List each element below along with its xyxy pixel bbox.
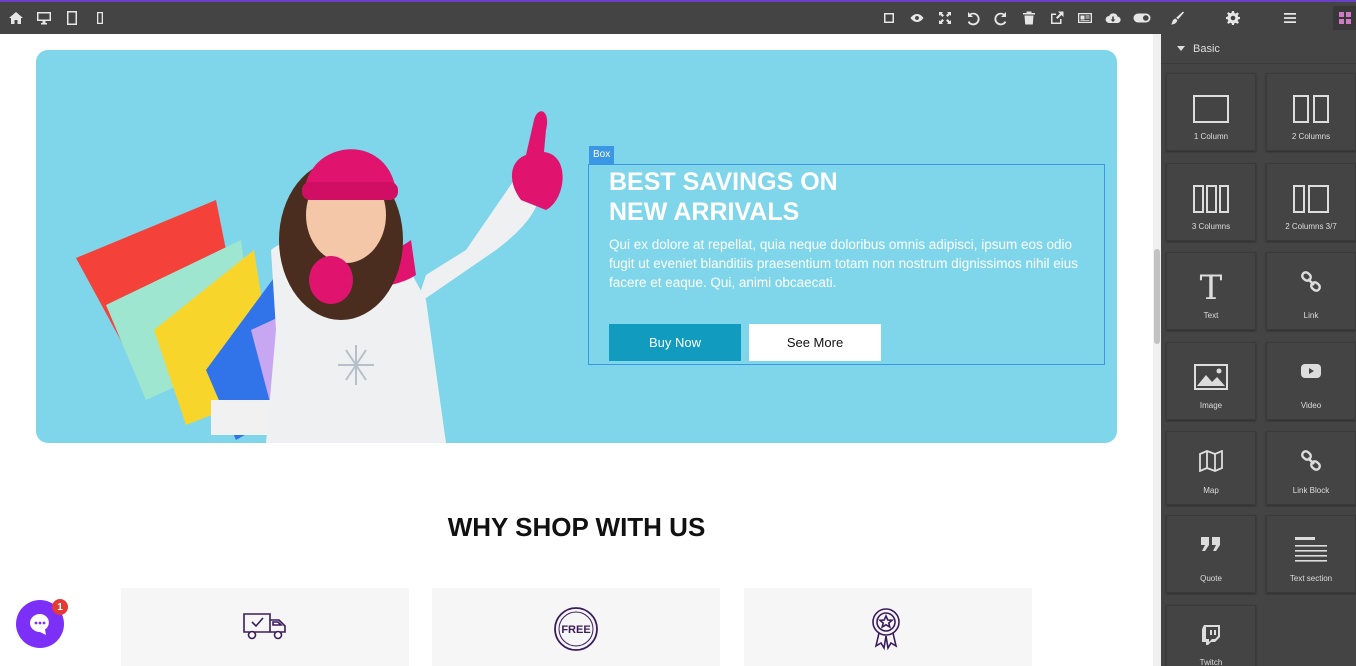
canvas-scrollbar[interactable]	[1153, 34, 1161, 666]
text-icon: T	[1200, 269, 1223, 303]
hero-content-box[interactable]: BEST SAVINGS ON NEW ARRIVALS Qui ex dolo…	[588, 164, 1105, 365]
block-label: Twitch	[1199, 658, 1223, 666]
hero-title: BEST SAVINGS ON NEW ARRIVALS	[609, 168, 838, 226]
block-2-columns[interactable]: 2 Columns	[1266, 73, 1356, 151]
blocks-icon[interactable]	[1333, 6, 1356, 30]
link-icon	[1301, 271, 1321, 292]
trash-icon[interactable]	[1019, 8, 1039, 28]
blocks-panel: Basic 1 Column 2 Columns 3 Columns 2 Col…	[1161, 34, 1356, 666]
block-link-block[interactable]: Link Block	[1266, 431, 1356, 505]
block-label: Video	[1300, 401, 1322, 410]
hero-description: Qui ex dolore at repellat, quia neque do…	[609, 237, 1078, 290]
chat-notification-badge: 1	[52, 599, 68, 615]
shopping-girl-image	[76, 111, 563, 443]
award-ribbon-icon	[872, 608, 900, 651]
block-label: 3 Columns	[1191, 222, 1231, 231]
see-more-button[interactable]: See More	[749, 324, 881, 361]
block-label: 2 Columns 3/7	[1285, 222, 1337, 231]
block-video[interactable]: Video	[1266, 342, 1356, 420]
image-icon	[1194, 364, 1228, 390]
block-label: Text section	[1289, 574, 1333, 583]
block-label: 2 Columns	[1291, 132, 1331, 141]
feature-card-delivery	[121, 588, 409, 666]
link-block-icon	[1301, 450, 1321, 471]
hero-banner[interactable]: Box BEST SAVINGS ON NEW ARRIVALS Qui ex …	[36, 50, 1117, 443]
block-label: Link	[1303, 311, 1319, 320]
text-section-icon	[1295, 537, 1327, 562]
block-1-column[interactable]: 1 Column	[1166, 73, 1256, 151]
block-map[interactable]: Map	[1166, 431, 1256, 505]
menu-icon[interactable]	[1280, 8, 1300, 28]
section-title: WHY SHOP WITH US	[447, 512, 706, 542]
brush-icon[interactable]	[1167, 8, 1187, 28]
external-link-icon[interactable]	[1047, 8, 1067, 28]
block-label: Quote	[1200, 574, 1222, 583]
desktop-icon[interactable]	[34, 8, 54, 28]
scrollbar-thumb[interactable]	[1154, 249, 1160, 344]
delivery-truck-icon	[243, 613, 286, 640]
block-label: Map	[1203, 486, 1219, 495]
block-2-columns-37[interactable]: 2 Columns 3/7	[1266, 163, 1356, 241]
square-outline-icon[interactable]	[879, 8, 899, 28]
undo-icon[interactable]	[963, 8, 983, 28]
code-icon[interactable]	[1075, 8, 1095, 28]
free-badge-text: FREE	[561, 624, 590, 636]
free-badge-icon: FREE	[554, 607, 598, 651]
feature-card-award	[744, 588, 1032, 666]
fullscreen-icon[interactable]	[935, 8, 955, 28]
two-columns-37-icon	[1293, 185, 1329, 213]
redo-icon[interactable]	[991, 8, 1011, 28]
twitch-icon	[1202, 625, 1220, 645]
block-image[interactable]: Image	[1166, 342, 1256, 420]
toggle-icon[interactable]	[1131, 8, 1153, 28]
editor-canvas[interactable]: Box BEST SAVINGS ON NEW ARRIVALS Qui ex …	[0, 34, 1153, 666]
category-label: Basic	[1193, 42, 1220, 55]
three-columns-icon	[1193, 185, 1229, 213]
mobile-icon[interactable]	[90, 8, 110, 28]
caret-down-icon	[1177, 46, 1185, 51]
one-column-icon	[1193, 95, 1229, 123]
video-icon	[1301, 364, 1321, 378]
block-label: Link Block	[1292, 486, 1330, 495]
block-label: Text	[1203, 311, 1219, 320]
category-header-basic[interactable]: Basic	[1161, 34, 1356, 64]
feature-card-free: FREE	[432, 588, 720, 666]
block-3-columns[interactable]: 3 Columns	[1166, 163, 1256, 241]
gear-icon[interactable]	[1223, 8, 1243, 28]
block-link[interactable]: Link	[1266, 252, 1356, 330]
tablet-icon[interactable]	[62, 8, 82, 28]
block-quote[interactable]: Quote	[1166, 515, 1256, 593]
cloud-download-icon[interactable]	[1103, 8, 1123, 28]
quote-icon	[1201, 537, 1220, 551]
block-text[interactable]: T Text	[1166, 252, 1256, 330]
chat-bubble-icon	[29, 614, 49, 635]
svg-text:T: T	[1200, 269, 1223, 303]
buy-now-button[interactable]: Buy Now	[609, 324, 741, 361]
two-columns-icon	[1293, 95, 1329, 123]
home-icon[interactable]	[6, 8, 26, 28]
block-text-section[interactable]: Text section	[1266, 515, 1356, 593]
block-label: 1 Column	[1193, 132, 1229, 141]
block-twitch[interactable]: Twitch	[1166, 605, 1256, 666]
block-label: Image	[1199, 401, 1223, 410]
map-icon	[1199, 450, 1223, 472]
box-selection-badge: Box	[589, 146, 615, 164]
editor-toolbar	[0, 0, 1356, 34]
eye-icon[interactable]	[907, 8, 927, 28]
